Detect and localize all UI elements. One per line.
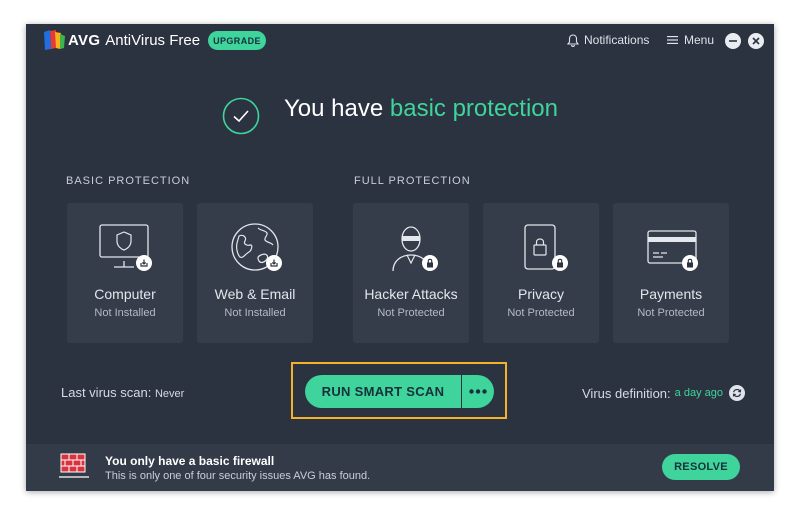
card-web-email[interactable]: Web & Email Not Installed [197,203,313,343]
virus-def-value: a day ago [674,387,723,399]
card-status: Not Protected [507,307,575,319]
refresh-icon [732,388,742,398]
card-payments[interactable]: Payments Not Protected [613,203,729,343]
firewall-alert-title: You only have a basic firewall [105,454,275,468]
avg-window: AVG AntiVirus Free UPGRADE Notifications … [26,24,774,491]
app-title: AVG AntiVirus Free [68,32,200,49]
card-status: Not Protected [637,307,705,319]
card-title: Privacy [518,286,564,302]
menu-button[interactable]: Menu [667,33,714,47]
card-computer[interactable]: Computer Not Installed [67,203,183,343]
run-smart-scan-button[interactable]: RUN SMART SCAN [305,375,461,408]
avg-logo-icon [44,30,65,50]
menu-label: Menu [684,33,715,47]
card-status: Not Protected [377,307,445,319]
credit-card-icon [647,230,698,271]
upgrade-button[interactable]: UPGRADE [208,31,266,50]
globe-icon [231,223,282,271]
bell-icon [567,33,579,47]
protection-level: basic protection [389,95,558,122]
more-dots-icon [469,389,487,394]
title-bar: AVG AntiVirus Free UPGRADE Notifications … [26,24,774,58]
card-privacy[interactable]: Privacy Not Protected [483,203,599,343]
notifications-button[interactable]: Notifications [567,33,649,47]
protection-check-icon [222,97,260,135]
last-scan-label: Last virus scan: [61,385,152,400]
last-virus-scan: Last virus scan: Never [61,385,184,400]
card-title: Payments [639,286,703,302]
firewall-alert-subtitle: This is only one of four security issues… [105,470,371,482]
card-title: Computer [94,286,156,302]
scan-options-button[interactable] [462,375,494,408]
last-scan-value: Never [154,388,185,400]
virus-def-label: Virus definition: [582,385,671,401]
full-protection-label: FULL PROTECTION [354,175,471,187]
brand-name: AVG [68,32,101,49]
card-title: Web & Email [214,286,296,302]
card-hacker-attacks[interactable]: Hacker Attacks Not Protected [353,203,469,343]
update-definitions-button[interactable] [728,385,745,401]
minimize-button[interactable] [725,33,741,49]
privacy-lock-icon [524,224,568,271]
basic-protection-label: BASIC PROTECTION [66,175,191,187]
notifications-label: Notifications [584,33,650,47]
minimize-icon [729,40,737,42]
card-title: Hacker Attacks [364,286,458,302]
hacker-icon [392,226,438,272]
firewall-icon [59,453,89,478]
card-status: Not Installed [224,307,286,319]
protection-status-prefix: You have [284,95,390,122]
resolve-button[interactable]: RESOLVE [662,454,740,480]
hamburger-icon [667,36,678,44]
protection-status-title: You have basic protection [284,95,558,123]
virus-definition: Virus definition: a day ago [582,385,745,401]
monitor-shield-icon [99,224,152,271]
firewall-alert-bar: You only have a basic firewall This is o… [26,444,774,491]
product-name: AntiVirus Free [105,32,201,49]
close-button[interactable] [748,33,764,49]
close-icon [752,37,760,45]
card-status: Not Installed [94,307,156,319]
